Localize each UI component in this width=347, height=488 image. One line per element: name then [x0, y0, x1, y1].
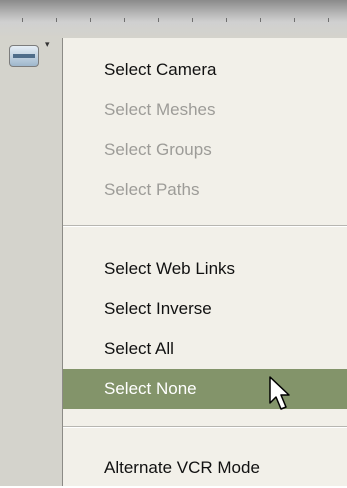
menu-item-label: Select None	[104, 379, 197, 398]
menu-item-label: Select Meshes	[104, 100, 216, 119]
menu-item-select-web-links[interactable]: Select Web Links	[63, 249, 347, 289]
menu-separator	[63, 225, 347, 227]
select-tool-button[interactable]	[9, 45, 39, 67]
menu-item-select-camera[interactable]: Select Camera	[63, 50, 347, 90]
toolbar-strip	[0, 0, 347, 38]
menu-separator	[63, 426, 347, 428]
menu-item-label: Select Inverse	[104, 299, 212, 318]
select-tool-icon	[13, 54, 35, 58]
toolbar-panel	[0, 38, 62, 486]
menu-item-label: Select Groups	[104, 140, 212, 159]
menu-item-label: Alternate VCR Mode	[104, 458, 260, 477]
menu-item-select-paths[interactable]: Select Paths	[63, 170, 347, 210]
menu-item-label: Select Camera	[104, 60, 217, 79]
ruler	[0, 18, 347, 22]
context-menu: Select Camera Select Meshes Select Group…	[62, 38, 347, 486]
menu-item-label: Select Paths	[104, 180, 200, 199]
menu-item-select-groups[interactable]: Select Groups	[63, 130, 347, 170]
menu-item-select-none[interactable]: Select None	[63, 369, 347, 409]
menu-item-select-inverse[interactable]: Select Inverse	[63, 289, 347, 329]
dropdown-arrow-icon: ▾	[45, 39, 50, 49]
menu-item-select-meshes[interactable]: Select Meshes	[63, 90, 347, 130]
menu-item-select-all[interactable]: Select All	[63, 329, 347, 369]
menu-item-label: Select All	[104, 339, 174, 358]
arrow-pointer-icon	[269, 376, 290, 410]
menu-item-alternate-vcr-mode[interactable]: Alternate VCR Mode	[63, 448, 347, 488]
menu-item-label: Select Web Links	[104, 259, 236, 278]
